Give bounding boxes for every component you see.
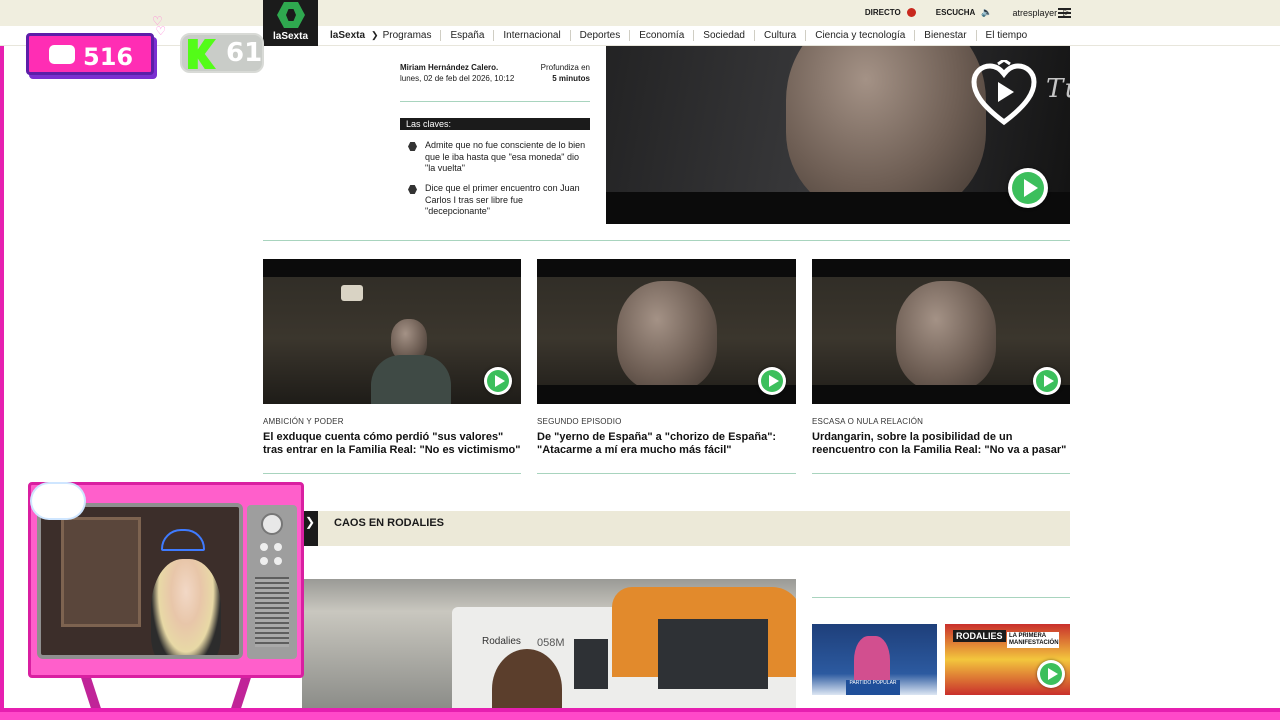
nav-item-deportes[interactable]: Deportes [569, 30, 630, 41]
cloud-icon [32, 484, 84, 518]
section-title[interactable]: CAOS EN RODALIES [334, 517, 444, 529]
related-video-3[interactable] [812, 259, 1070, 404]
train-brand: Rodalies [482, 636, 521, 647]
brand-name: laSexta [272, 31, 309, 42]
divider [812, 473, 1070, 474]
play-icon[interactable] [1033, 367, 1061, 395]
nav-item-economia[interactable]: Economía [629, 30, 693, 41]
play-icon[interactable] [484, 367, 512, 395]
kick-viewer-badge: 61 [180, 33, 264, 73]
pp-press-thumb[interactable]: PARTIDO POPULAR [812, 624, 937, 695]
chat-count-badge: 516 [26, 33, 154, 75]
top-links: DIRECTO ESCUCHA 🔈 atresplayer ▷ [865, 7, 1070, 18]
divider [400, 101, 590, 102]
lasexta-logo[interactable]: laSexta [263, 0, 318, 46]
heart-play-icon [971, 60, 1037, 126]
channel-watermark: Tutosdelotti [968, 54, 1218, 136]
video-face [786, 46, 986, 216]
thumb-label: RODALIES [953, 630, 1006, 642]
clave-text: Dice que el primer encuentro con Juan Ca… [425, 183, 580, 216]
card-headline[interactable]: De "yerno de España" a "chorizo de Españ… [537, 431, 799, 456]
divider [537, 473, 796, 474]
section-nav: laSexta ❯ Programas España Internacional… [330, 30, 1036, 41]
podium-label: PARTIDO POPULAR [846, 680, 900, 695]
play-icon[interactable] [758, 367, 786, 395]
thumb-sublabel: LA PRIMERA MANIFESTACIÓN [1007, 632, 1059, 648]
live-dot-icon [906, 8, 916, 17]
card-kicker: SEGUNDO EPISODIO [537, 417, 622, 426]
clave-item: Admite que no fue consciente de lo bien … [408, 140, 590, 175]
divider [263, 240, 1070, 241]
clave-item: Dice que el primer encuentro con Juan Ca… [408, 183, 590, 218]
dial-icon [261, 513, 283, 535]
chevron-right-icon: ❯ [302, 511, 318, 546]
nav-section-label[interactable]: laSexta [330, 30, 365, 41]
read-time: Profundiza en 5 minutos [520, 62, 590, 84]
stream-frame-left [0, 0, 4, 720]
speaker-icon: 🔈 [981, 7, 993, 17]
lasexta-hex-icon [277, 2, 305, 28]
play-icon[interactable] [1008, 168, 1048, 208]
nav-item-espana[interactable]: España [440, 30, 493, 41]
card-kicker: AMBICIÓN Y PODER [263, 417, 344, 426]
divider [812, 597, 1070, 598]
atresplayer-link[interactable]: atresplayer [1013, 8, 1058, 18]
nav-item-bienestar[interactable]: Bienestar [914, 30, 975, 41]
live-link[interactable]: DIRECTO [865, 8, 901, 17]
read-time-label: Profundiza en [540, 63, 590, 72]
speaker-grille [255, 577, 289, 647]
play-icon[interactable] [1037, 660, 1065, 688]
menu-icon[interactable] [1058, 8, 1071, 18]
card-headline[interactable]: El exduque cuenta cómo perdió "sus valor… [263, 431, 525, 456]
divider [263, 473, 521, 474]
train-number: 058M [537, 637, 565, 649]
claves-header: Las claves: [400, 118, 590, 130]
hexagon-bullet-icon [408, 142, 417, 151]
top-bar [0, 0, 1280, 26]
nav-item-tiempo[interactable]: El tiempo [975, 30, 1037, 41]
publish-date: lunes, 02 de feb del 2026, 10:12 [400, 74, 515, 83]
rodalies-protest-thumb[interactable]: RODALIES LA PRIMERA MANIFESTACIÓN [945, 624, 1070, 695]
nav-item-ciencia[interactable]: Ciencia y tecnología [805, 30, 914, 41]
listen-link[interactable]: ESCUCHA [936, 8, 976, 17]
chat-bubble-icon [49, 45, 75, 64]
related-video-2[interactable] [537, 259, 796, 404]
chat-count: 516 [83, 43, 134, 71]
card-kicker: ESCASA O NULA RELACIÓN [812, 417, 924, 426]
card-headline[interactable]: Urdangarin, sobre la posibilidad de un r… [812, 431, 1074, 456]
byline: Miriam Hernández Calero. lunes, 02 de fe… [400, 62, 514, 84]
rodalies-train-image[interactable]: Rodalies 058M [302, 579, 796, 709]
nav-item-internacional[interactable]: Internacional [493, 30, 569, 41]
nav-item-programas[interactable]: Programas [383, 30, 441, 41]
read-time-value: 5 minutos [552, 74, 590, 83]
nav-item-cultura[interactable]: Cultura [753, 30, 805, 41]
nav-item-sociedad[interactable]: Sociedad [693, 30, 754, 41]
related-video-1[interactable] [263, 259, 521, 404]
kick-count: 61 [226, 38, 263, 68]
tv-control-panel [247, 505, 297, 659]
webcam-feed [37, 503, 243, 659]
lamp [341, 285, 363, 301]
watermark-text: Tutosdelotti [1046, 74, 1217, 104]
hearts-icon: ♡ ♡ [152, 14, 167, 38]
author-name[interactable]: Miriam Hernández Calero. [400, 62, 514, 73]
kick-logo-icon [188, 39, 216, 69]
chevron-right-icon: ❯ [371, 30, 379, 40]
hexagon-bullet-icon [408, 185, 417, 194]
clave-text: Admite que no fue consciente de lo bien … [425, 140, 586, 173]
